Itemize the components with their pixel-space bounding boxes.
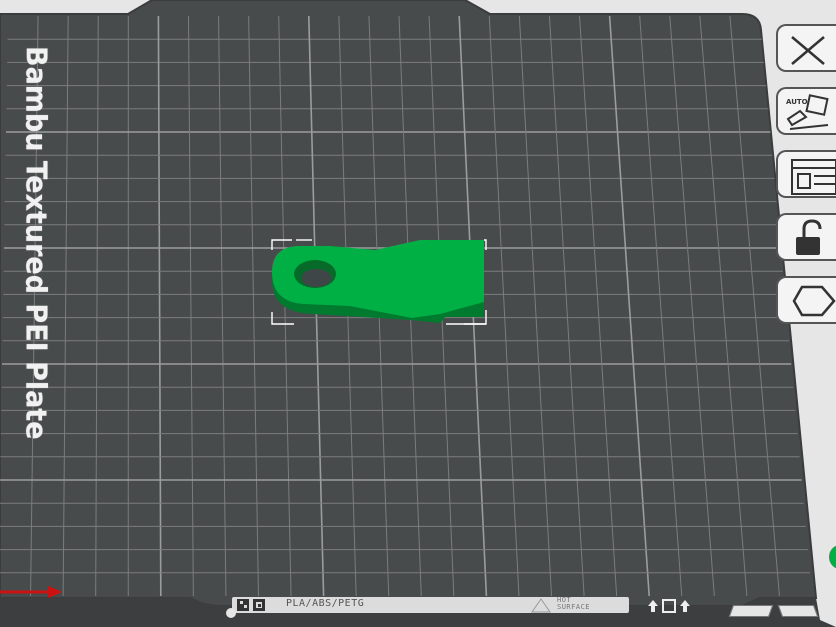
filament-label: PLA/ABS/PETG bbox=[286, 598, 365, 609]
model-object[interactable] bbox=[271, 239, 487, 325]
plate-notch-left bbox=[728, 605, 774, 617]
close-plate-button[interactable] bbox=[776, 24, 836, 72]
lock-icon bbox=[796, 219, 822, 255]
plate-origin-dot bbox=[226, 608, 236, 618]
lock-plate-button[interactable] bbox=[776, 213, 836, 261]
arrange-icon bbox=[791, 159, 836, 195]
auto-orient-button[interactable]: AUTO bbox=[776, 87, 836, 135]
hot-surface-label: HOT SURFACE bbox=[557, 597, 607, 611]
svg-text:AUTO: AUTO bbox=[786, 98, 808, 106]
model-hole-floor bbox=[301, 269, 331, 287]
arrange-button[interactable] bbox=[776, 150, 836, 198]
plate-settings-button[interactable] bbox=[776, 276, 836, 324]
model-layer bbox=[271, 239, 487, 325]
plate-notch-right bbox=[777, 605, 819, 617]
plate-settings-icon bbox=[792, 285, 836, 317]
auto-orient-icon: AUTO bbox=[786, 94, 829, 130]
warning-icon bbox=[531, 598, 551, 613]
plate-logo-icon bbox=[237, 599, 265, 611]
x-axis-arrow bbox=[0, 586, 62, 598]
3d-viewport[interactable]: Bambu Textured PEI Plate PLA/ABS/PETG HO… bbox=[0, 0, 836, 627]
close-icon bbox=[791, 36, 825, 65]
plate-toolbar: AUTO bbox=[770, 24, 836, 334]
plate-orientation-icon bbox=[648, 599, 690, 613]
hot-surface-line2: SURFACE bbox=[557, 603, 591, 611]
